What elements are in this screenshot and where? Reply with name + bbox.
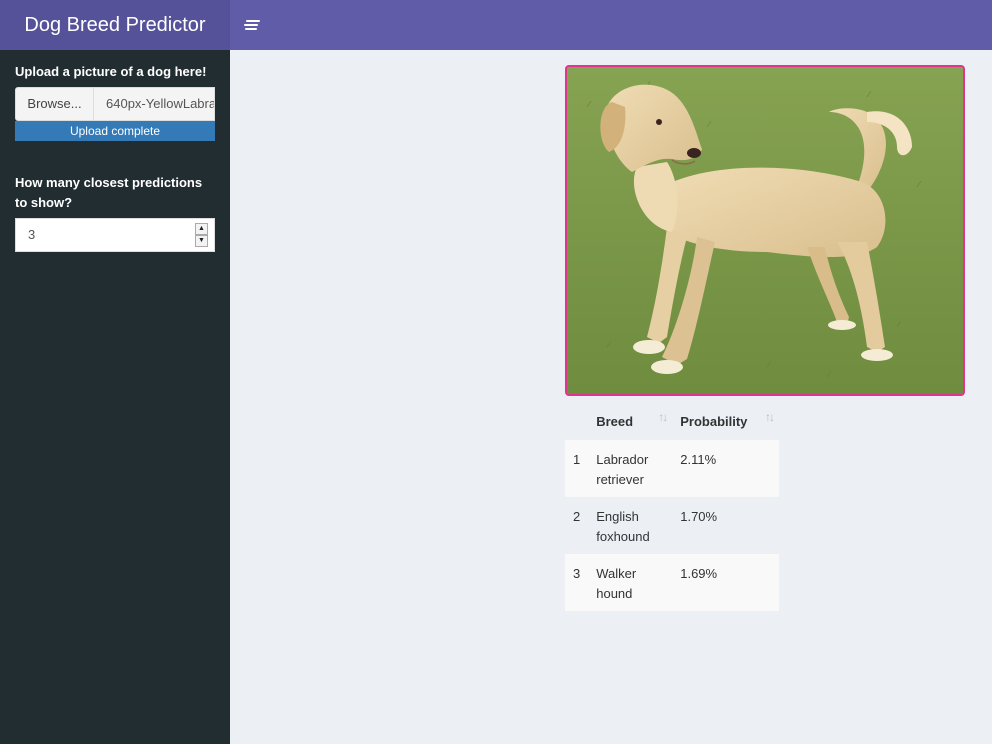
probability-header[interactable]: Probability ↑↓ [672,402,779,440]
row-breed: Labrador retriever [588,440,673,497]
row-probability: 2.11% [672,440,779,497]
table-header-row: Breed ↑↓ Probability ↑↓ [565,402,779,440]
browse-button[interactable]: Browse... [15,87,94,121]
yellow-labrador-photo [567,67,963,394]
decrement-icon[interactable]: ▼ [195,235,208,247]
row-breed: English foxhound [596,509,650,544]
sidebar: Upload a picture of a dog here! Browse..… [0,50,230,744]
dog-photo [565,65,965,396]
table-row: 1 Labrador retriever 2.11% [565,440,779,497]
file-name-field[interactable]: 640px-YellowLabradorLooking_new.jpg [94,87,215,121]
top-navbar [230,0,992,50]
sort-icon[interactable]: ↑↓ [658,410,668,424]
predictions-table: Breed ↑↓ Probability ↑↓ 1 Labrador retri… [565,402,779,611]
hamburger-icon[interactable] [244,17,262,33]
row-index: 3 [565,554,589,611]
prediction-count-value: 3 [28,227,36,242]
upload-label: Upload a picture of a dog here! [15,64,207,79]
index-header [565,402,588,440]
table-row: 2 English foxhound 1.70% [565,497,779,554]
sort-icon[interactable]: ↑↓ [765,410,775,424]
breed-header-label: Breed [596,413,634,429]
row-index: 2 [573,509,581,524]
probability-header-label: Probability [680,413,748,429]
row-breed: Walker hound [588,554,673,611]
file-upload: Browse... 640px-YellowLabradorLooking_ne… [15,87,215,121]
row-probability: 1.70% [680,509,718,524]
number-spinner: ▲ ▼ [195,223,208,247]
prediction-count-label: How many closest predictions to show? [15,175,203,210]
app-title: Dog Breed Predictor [0,0,230,50]
breed-header[interactable]: Breed ↑↓ [588,402,672,440]
prediction-count-input[interactable]: 3 ▲ ▼ [15,218,215,252]
increment-icon[interactable]: ▲ [195,223,208,235]
row-index: 1 [565,440,589,497]
row-probability: 1.69% [672,554,779,611]
upload-progress-bar: Upload complete [15,121,215,141]
table-row: 3 Walker hound 1.69% [565,554,779,611]
